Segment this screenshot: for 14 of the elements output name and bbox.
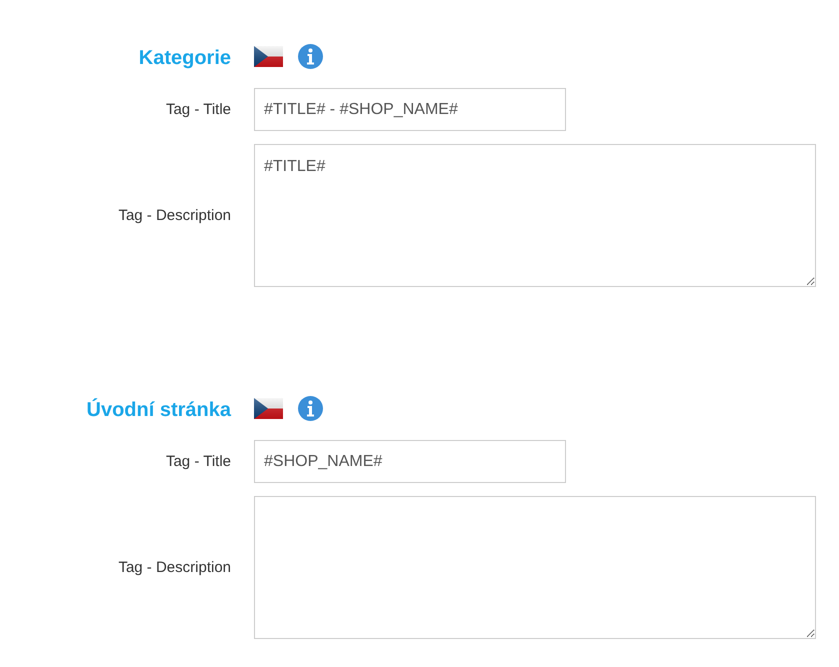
field-label: Tag - Title: [166, 453, 231, 470]
section-heading: Úvodní stránka: [86, 399, 231, 422]
field-label: Tag - Description: [118, 559, 231, 576]
text-area-field[interactable]: #TITLE#: [254, 144, 816, 287]
text-input-field[interactable]: #SHOP_NAME#: [254, 440, 566, 483]
info-icon[interactable]: [298, 44, 323, 68]
text-area-field[interactable]: [254, 496, 816, 639]
field-label: Tag - Description: [118, 207, 231, 224]
flag-icon: [254, 46, 283, 66]
info-icon[interactable]: [298, 396, 323, 420]
field-label: Tag - Title: [166, 101, 231, 118]
flag-icon: [254, 398, 283, 418]
section-heading: Kategorie: [138, 47, 231, 70]
text-input-field[interactable]: #TITLE# - #SHOP_NAME#: [254, 88, 566, 131]
